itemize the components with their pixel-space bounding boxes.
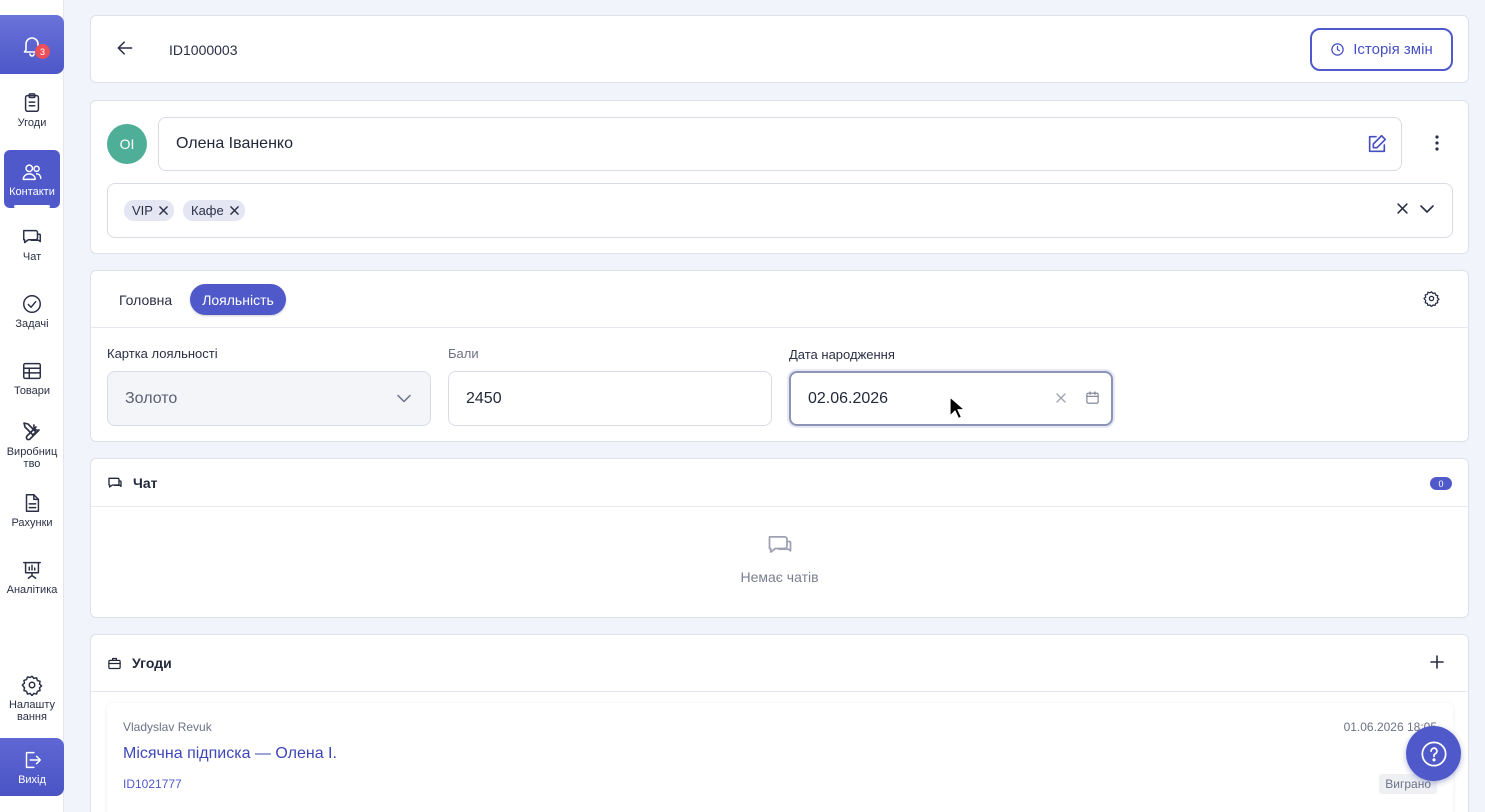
sidebar-item-deals[interactable]: Угоди	[4, 92, 60, 129]
users-icon	[22, 163, 42, 180]
birthday-label: Дата народження	[789, 347, 895, 362]
sidebar-item-label: Товари	[13, 385, 51, 397]
add-deal-icon[interactable]	[1430, 655, 1444, 669]
sidebar-item-label: Рахунки	[11, 517, 53, 529]
history-button[interactable]: Історія змін	[1310, 28, 1453, 71]
deal-item[interactable]: Vladyslav Revuk 01.06.2026 18:05 Місячна…	[107, 703, 1453, 812]
sidebar-item-chat[interactable]: Чат	[4, 226, 60, 263]
birthday-value: 02.06.2026	[808, 389, 889, 407]
sidebar: 3 Угоди Контакти Чат Задачі Товари Вироб…	[0, 0, 64, 812]
exit-button[interactable]: Вихід	[0, 738, 64, 796]
sidebar-item-label-line2: вання	[17, 711, 47, 723]
question-icon	[1420, 740, 1447, 767]
sidebar-item-settings[interactable]: Налашту вання	[4, 674, 60, 723]
tab-main[interactable]: Головна	[107, 284, 184, 315]
loyalty-card-value: Золото	[125, 389, 178, 407]
chat-section: Чат 0 Немає чатів	[90, 458, 1469, 618]
notification-count-badge: 3	[35, 44, 50, 59]
clear-tags-icon[interactable]	[1397, 203, 1408, 214]
sidebar-item-tasks[interactable]: Задачі	[4, 293, 60, 330]
points-value: 2450	[466, 389, 502, 407]
loyalty-card: Головна Лояльність Картка лояльності Зол…	[90, 270, 1469, 442]
deals-title: Угоди	[132, 655, 172, 671]
sidebar-item-products[interactable]: Товари	[4, 360, 60, 397]
tag-chip: VIP	[124, 200, 174, 221]
sidebar-item-production[interactable]: Виробниц тво	[4, 419, 60, 470]
chat-empty-icon	[768, 535, 791, 553]
help-button[interactable]	[1406, 726, 1461, 781]
loyalty-card-label: Картка лояльності	[107, 346, 218, 361]
tags-select[interactable]: VIP Кафе	[107, 183, 1453, 238]
chat-icon	[23, 229, 41, 244]
empty-chats-text: Немає чатів	[740, 569, 819, 585]
points-input[interactable]: 2450	[448, 371, 772, 426]
chevron-down-icon	[397, 394, 411, 403]
exit-label: Вихід	[18, 773, 46, 786]
divider	[91, 691, 1468, 692]
mouse-cursor-icon	[949, 396, 965, 420]
divider	[91, 506, 1468, 507]
record-id: ID1000003	[169, 42, 238, 58]
clear-date-icon[interactable]	[1056, 393, 1066, 403]
calendar-icon[interactable]	[1085, 390, 1100, 405]
sidebar-item-analytics[interactable]: Аналітика	[4, 559, 60, 596]
deal-author: Vladyslav Revuk	[123, 720, 212, 734]
tab-bar: Головна Лояльність	[107, 284, 286, 315]
briefcase-icon	[108, 657, 121, 669]
record-header: ID1000003 Історія змін	[90, 15, 1469, 83]
loyalty-card-select[interactable]: Золото	[107, 371, 431, 426]
deal-id[interactable]: ID1021777	[123, 777, 182, 791]
chevron-down-icon[interactable]	[1420, 204, 1434, 214]
tab-loyalty[interactable]: Лояльність	[190, 284, 286, 315]
tools-icon	[23, 422, 40, 441]
logout-icon	[25, 751, 41, 768]
sidebar-item-label: Чат	[22, 251, 42, 263]
clipboard-icon	[24, 93, 40, 112]
deals-section: Угоди Vladyslav Revuk 01.06.2026 18:05 М…	[90, 634, 1469, 812]
table-icon	[23, 362, 41, 380]
contact-name-field[interactable]: Олена Іваненко	[158, 117, 1402, 171]
notifications-button[interactable]: 3	[0, 15, 64, 74]
chat-section-title: Чат	[107, 475, 157, 491]
clock-icon	[1331, 43, 1344, 56]
edit-icon[interactable]	[1366, 133, 1388, 155]
sidebar-item-label: Задачі	[15, 318, 49, 330]
document-icon	[25, 494, 40, 512]
remove-tag-icon[interactable]	[229, 206, 239, 215]
chat-title: Чат	[133, 475, 158, 491]
sidebar-item-contacts[interactable]: Контакти	[4, 150, 60, 208]
tag-chip: Кафе	[183, 200, 245, 221]
gear-icon	[21, 675, 43, 696]
avatar: ОІ	[107, 124, 147, 164]
more-options-icon[interactable]	[1435, 135, 1439, 151]
deals-section-title: Угоди	[107, 655, 172, 671]
chat-icon	[108, 477, 122, 488]
sidebar-item-label: Виробниц	[6, 446, 58, 458]
tag-label: VIP	[132, 203, 153, 218]
sidebar-item-label: Аналітика	[6, 584, 58, 596]
sidebar-item-invoices[interactable]: Рахунки	[4, 492, 60, 529]
deal-title[interactable]: Місячна підписка — Олена І.	[123, 745, 337, 763]
tag-label: Кафе	[191, 203, 224, 218]
sidebar-item-label: Контакти	[9, 185, 55, 198]
divider	[91, 327, 1468, 328]
empty-chats: Немає чатів	[91, 531, 1468, 585]
back-arrow-icon[interactable]	[115, 38, 135, 58]
chat-count-badge: 0	[1430, 477, 1452, 490]
sidebar-item-label: Налашту	[8, 699, 56, 711]
points-label: Бали	[448, 346, 479, 361]
sidebar-item-label: Угоди	[17, 117, 47, 129]
gear-icon[interactable]	[1423, 290, 1440, 307]
contact-name: Олена Іваненко	[176, 135, 293, 152]
check-circle-icon	[23, 295, 41, 313]
history-button-label: Історія змін	[1353, 41, 1433, 58]
remove-tag-icon[interactable]	[159, 206, 168, 215]
sidebar-item-label-line2: тво	[23, 458, 41, 470]
contact-card: ОІ Олена Іваненко VIP Кафе	[90, 100, 1469, 254]
presentation-chart-icon	[23, 561, 41, 579]
